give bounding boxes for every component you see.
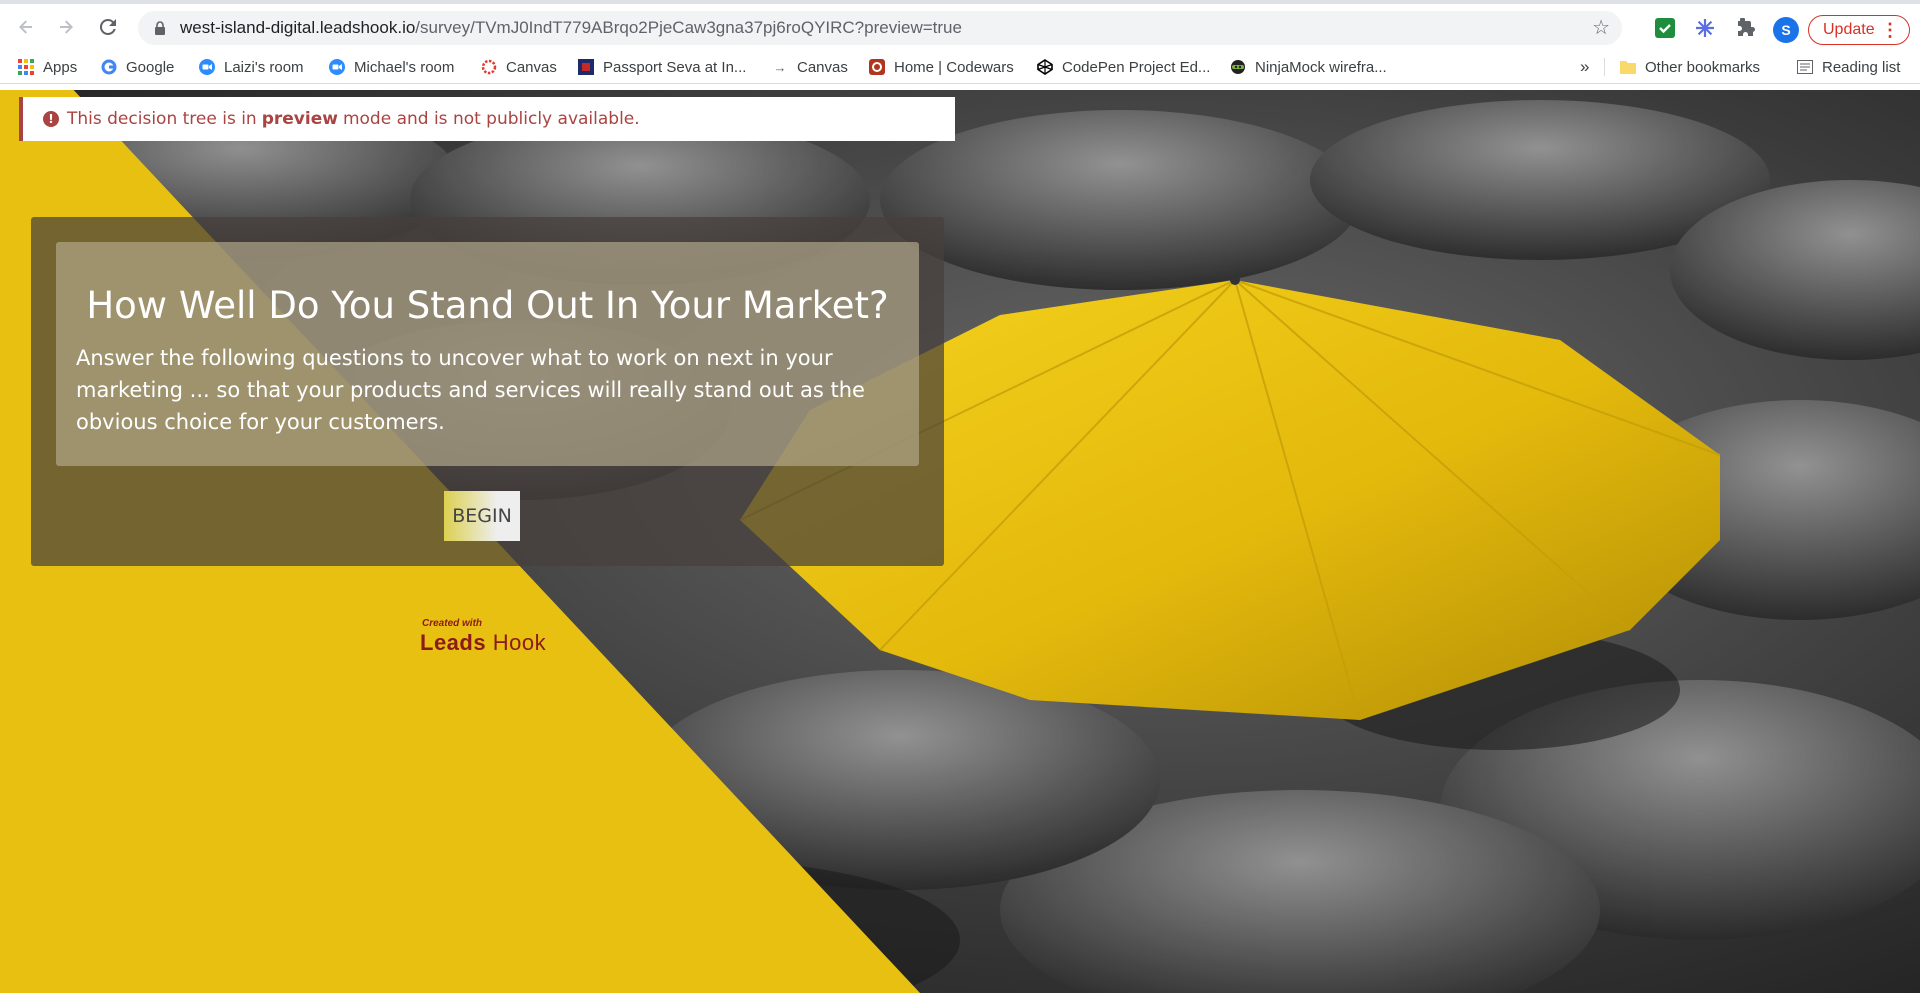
intro-card: How Well Do You Stand Out In Your Market… bbox=[31, 217, 944, 566]
bookmark-google[interactable]: Google bbox=[101, 58, 174, 76]
reload-button[interactable] bbox=[88, 7, 128, 47]
reload-icon bbox=[99, 18, 116, 35]
bookmark-label: CodePen Project Ed... bbox=[1062, 58, 1211, 76]
bookmark-label: Reading list bbox=[1822, 58, 1901, 76]
forward-button[interactable] bbox=[46, 7, 86, 47]
bookmark-label: Canvas bbox=[506, 58, 557, 76]
bookmark-passport-seva[interactable]: Passport Seva at In... bbox=[578, 58, 746, 76]
passport-seva-icon bbox=[578, 59, 594, 75]
codepen-icon bbox=[1037, 59, 1053, 75]
bookmarks-bar: Apps Google Laizi's room Michael's room … bbox=[0, 50, 1920, 84]
exclamation-circle-icon: ! bbox=[43, 111, 59, 127]
snowflake-extension-icon[interactable] bbox=[1694, 17, 1716, 39]
kebab-menu-icon: ⋮ bbox=[1881, 20, 1899, 40]
reading-list-button[interactable]: Reading list bbox=[1797, 58, 1900, 76]
bookmark-ninjamock[interactable]: NinjaMock wirefra... bbox=[1230, 58, 1387, 76]
puzzle-extensions-icon[interactable] bbox=[1735, 17, 1757, 39]
zoom-icon bbox=[329, 59, 345, 75]
banner-text-end: mode and is not publicly available. bbox=[342, 109, 640, 129]
bookmark-other-bookmarks[interactable]: Other bookmarks bbox=[1620, 58, 1760, 76]
logo-caption: Created with bbox=[422, 618, 483, 629]
reading-list-icon bbox=[1797, 59, 1813, 75]
bookmark-canvas-2[interactable]: → Canvas bbox=[772, 58, 848, 76]
overflow-label: » bbox=[1580, 57, 1590, 76]
profile-avatar[interactable]: S bbox=[1773, 17, 1799, 43]
google-icon bbox=[101, 59, 117, 75]
apps-grid-icon bbox=[18, 59, 34, 75]
begin-button[interactable]: BEGIN bbox=[444, 491, 520, 541]
bookmark-star-icon[interactable]: ☆ bbox=[1592, 18, 1610, 38]
update-label: Update bbox=[1823, 21, 1875, 38]
bookmark-label: Michael's room bbox=[354, 58, 455, 76]
bookmark-canvas[interactable]: Canvas bbox=[481, 58, 557, 76]
survey-title: How Well Do You Stand Out In Your Market… bbox=[86, 284, 889, 327]
bookmark-laizis-room[interactable]: Laizi's room bbox=[199, 58, 304, 76]
checkmark-extension-icon[interactable] bbox=[1654, 17, 1676, 39]
page-content: ! This decision tree is in preview mode … bbox=[0, 90, 1920, 993]
bookmark-label: NinjaMock wirefra... bbox=[1255, 58, 1387, 76]
banner-text: This decision tree is in bbox=[67, 109, 257, 129]
back-button[interactable] bbox=[6, 7, 46, 47]
canvas-icon bbox=[481, 59, 497, 75]
bookmark-label: Home | Codewars bbox=[894, 58, 1014, 76]
bookmark-codepen[interactable]: CodePen Project Ed... bbox=[1037, 58, 1210, 76]
arrow-icon: → bbox=[773, 59, 787, 75]
update-button[interactable]: Update ⋮ bbox=[1808, 15, 1910, 45]
bookmark-apps[interactable]: Apps bbox=[18, 58, 77, 76]
leadshook-logo[interactable]: Created with Leads Hook bbox=[420, 618, 560, 658]
forward-arrow-icon bbox=[60, 20, 73, 34]
bookmark-label: Laizi's room bbox=[224, 58, 304, 76]
bookmarks-overflow-button[interactable]: » bbox=[1580, 57, 1590, 76]
intro-card-content: How Well Do You Stand Out In Your Market… bbox=[56, 242, 919, 466]
bookmark-label: Google bbox=[126, 58, 175, 76]
lock-icon bbox=[152, 20, 168, 36]
back-arrow-icon bbox=[19, 20, 32, 34]
zoom-icon bbox=[199, 59, 215, 75]
ninjamock-icon bbox=[1230, 59, 1246, 75]
url-text: west-island-digital.leadshook.io/survey/… bbox=[180, 18, 962, 37]
banner-bold-text: preview bbox=[261, 109, 338, 129]
preview-mode-banner: ! This decision tree is in preview mode … bbox=[19, 97, 955, 141]
bookmark-label: Canvas bbox=[797, 58, 848, 76]
folder-icon bbox=[1620, 59, 1636, 75]
bookmark-michaels-room[interactable]: Michael's room bbox=[329, 58, 454, 76]
browser-toolbar: west-island-digital.leadshook.io/survey/… bbox=[0, 4, 1920, 50]
bookmark-label: Other bookmarks bbox=[1645, 58, 1761, 76]
survey-description: Answer the following questions to uncove… bbox=[76, 346, 865, 434]
address-bar[interactable]: west-island-digital.leadshook.io/survey/… bbox=[138, 11, 1622, 45]
logo-wordmark: Leads Hook bbox=[420, 630, 547, 655]
bookmarks-separator bbox=[1604, 58, 1605, 76]
bookmark-label: Apps bbox=[43, 58, 78, 76]
bookmark-codewars[interactable]: Home | Codewars bbox=[869, 58, 1014, 76]
bookmark-label: Passport Seva at In... bbox=[603, 58, 747, 76]
codewars-icon bbox=[869, 59, 885, 75]
